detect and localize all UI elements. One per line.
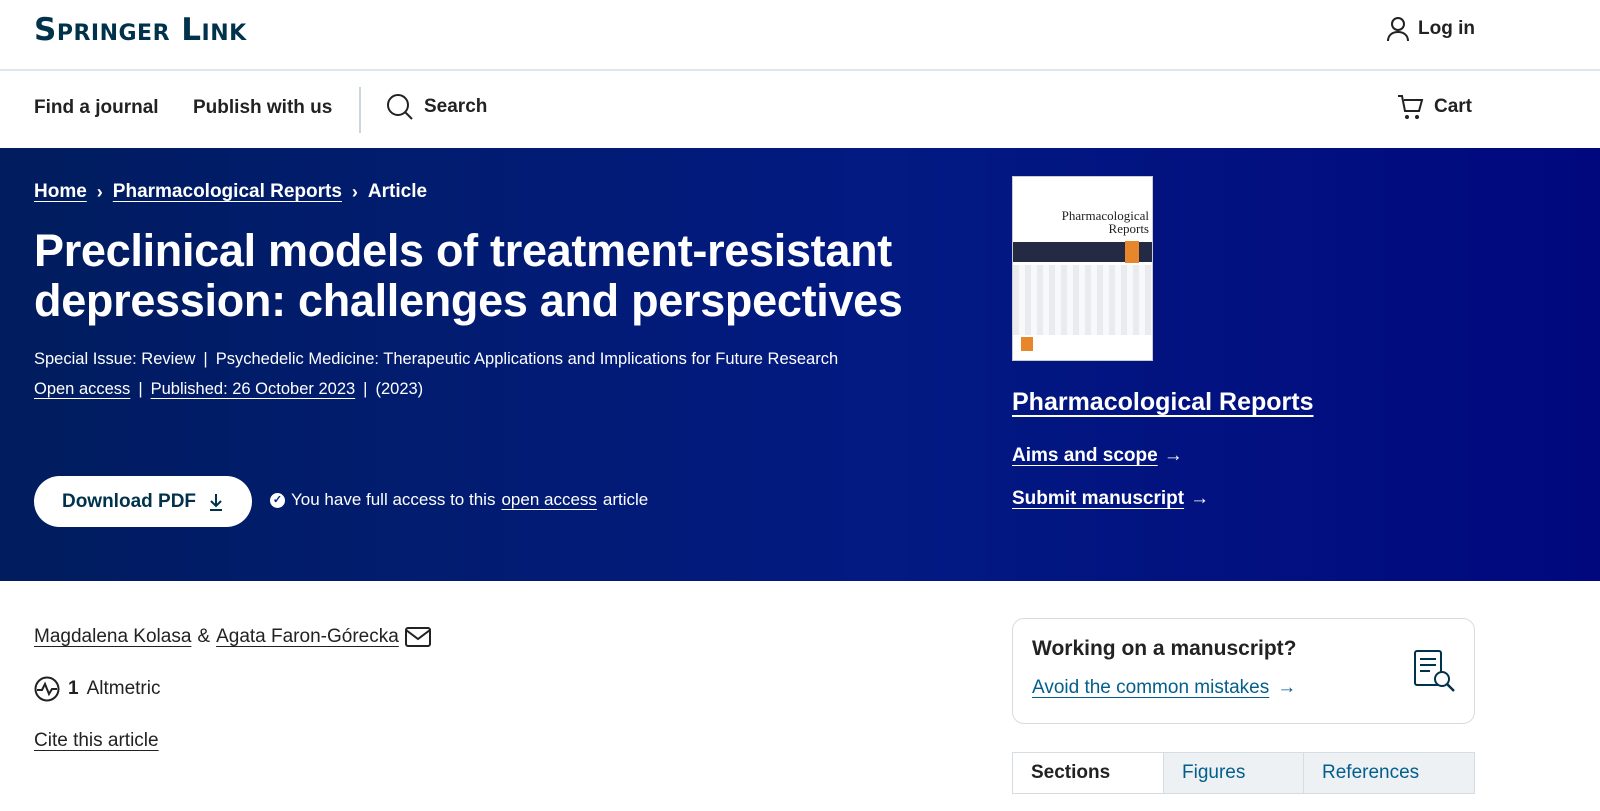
aims-and-scope-label: Aims and scope bbox=[1012, 445, 1158, 466]
submit-manuscript-label: Submit manuscript bbox=[1012, 488, 1185, 509]
article-issue-info: Special Issue: Review | Psychedelic Medi… bbox=[34, 350, 838, 369]
open-access-link[interactable]: Open access bbox=[34, 380, 130, 399]
find-journal-link[interactable]: Find a journal bbox=[34, 97, 159, 119]
tab-figures[interactable]: Figures bbox=[1163, 753, 1303, 793]
tab-sections[interactable]: Sections bbox=[1013, 753, 1163, 793]
aims-and-scope-link[interactable]: Aims and scope → bbox=[1012, 445, 1183, 467]
access-prefix: You have full access to this bbox=[291, 490, 496, 509]
publication-year: (2023) bbox=[375, 380, 424, 398]
altmetric-label: Altmetric bbox=[86, 678, 161, 699]
download-icon bbox=[210, 493, 223, 511]
article-hero: Home › Pharmacological Reports › Article… bbox=[0, 148, 1600, 581]
search-icon bbox=[387, 94, 413, 120]
cite-this-article-link[interactable]: Cite this article bbox=[34, 730, 159, 752]
cart-button[interactable]: Cart bbox=[1396, 93, 1472, 121]
submit-manuscript-link[interactable]: Submit manuscript → bbox=[1012, 488, 1209, 510]
cart-icon bbox=[1398, 95, 1424, 119]
journal-name-link[interactable]: Pharmacological Reports bbox=[1012, 388, 1313, 417]
cover-title: Pharmacological Reports bbox=[1061, 208, 1149, 236]
manuscript-box-title: Working on a manuscript? bbox=[1032, 637, 1297, 660]
meta-separator: | bbox=[363, 380, 368, 398]
cover-graphic bbox=[1013, 265, 1152, 335]
access-suffix: article bbox=[602, 490, 649, 509]
article-publication-info: Open access | Published: 26 October 2023… bbox=[34, 380, 423, 399]
article-tabs: Sections Figures References bbox=[1012, 752, 1475, 794]
author-link[interactable]: Agata Faron-Górecka bbox=[216, 626, 399, 648]
cover-logo-mark bbox=[1125, 241, 1139, 263]
check-circle-icon: ✓ bbox=[270, 492, 285, 508]
search-button[interactable]: Search bbox=[386, 93, 487, 121]
author-joiner: & bbox=[197, 626, 211, 647]
download-pdf-button[interactable]: Download PDF bbox=[34, 476, 252, 527]
author-link[interactable]: Magdalena Kolasa bbox=[34, 626, 191, 648]
chevron-right-icon: › bbox=[351, 181, 358, 202]
access-notice: ✓ You have full access to this open acce… bbox=[270, 490, 648, 510]
document-search-icon bbox=[1414, 650, 1455, 692]
access-open-access-link[interactable]: open access bbox=[501, 490, 596, 510]
breadcrumb: Home › Pharmacological Reports › Article bbox=[34, 181, 427, 203]
author-list: Magdalena Kolasa & Agata Faron-Górecka bbox=[34, 626, 431, 648]
arrow-right-icon: → bbox=[1163, 445, 1183, 466]
altmetric-badge[interactable]: 1 Altmetric bbox=[34, 676, 160, 702]
meta-separator: | bbox=[203, 350, 208, 368]
avoid-mistakes-label: Avoid the common mistakes bbox=[1032, 677, 1270, 698]
arrow-right-icon: → bbox=[1190, 488, 1210, 509]
altmetric-icon bbox=[34, 676, 60, 702]
issue-topic: Psychedelic Medicine: Therapeutic Applic… bbox=[215, 350, 839, 368]
special-issue-label: Special Issue: Review bbox=[34, 350, 196, 368]
article-title: Preclinical models of treatment-resistan… bbox=[34, 225, 903, 326]
arrow-right-icon: → bbox=[1277, 677, 1297, 698]
cover-foot-logo bbox=[1021, 337, 1033, 351]
tab-references[interactable]: References bbox=[1303, 753, 1474, 793]
chevron-right-icon: › bbox=[96, 181, 103, 202]
download-pdf-label: Download PDF bbox=[61, 490, 197, 512]
main-nav: Find a journal Publish with us Search Ca… bbox=[0, 71, 1600, 148]
meta-separator: | bbox=[138, 380, 143, 398]
manuscript-help-box: Working on a manuscript? Avoid the commo… bbox=[1012, 618, 1475, 724]
mail-icon[interactable] bbox=[404, 627, 431, 647]
breadcrumb-current: Article bbox=[367, 181, 428, 202]
breadcrumb-journal[interactable]: Pharmacological Reports bbox=[113, 181, 342, 203]
published-date-link[interactable]: Published: 26 October 2023 bbox=[151, 380, 356, 399]
publish-with-us-link[interactable]: Publish with us bbox=[193, 97, 332, 119]
avoid-mistakes-link[interactable]: Avoid the common mistakes → bbox=[1032, 677, 1296, 699]
altmetric-count: 1 bbox=[68, 678, 79, 699]
cart-label: Cart bbox=[1434, 96, 1473, 117]
login-label: Log in bbox=[1418, 18, 1475, 39]
user-icon bbox=[1387, 17, 1409, 42]
login-button[interactable]: Log in bbox=[1386, 16, 1475, 42]
springer-link-logo[interactable]: Springer Link bbox=[34, 12, 247, 48]
breadcrumb-home[interactable]: Home bbox=[34, 181, 87, 203]
nav-divider bbox=[359, 87, 361, 133]
search-label: Search bbox=[424, 96, 488, 117]
site-header: Springer Link Log in bbox=[0, 0, 1600, 71]
journal-cover-image[interactable]: Pharmacological Reports bbox=[1012, 176, 1153, 361]
